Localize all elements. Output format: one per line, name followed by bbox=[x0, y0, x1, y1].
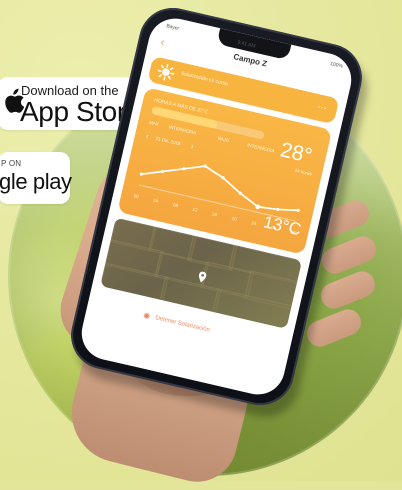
x-tick-label: 08 bbox=[172, 202, 178, 208]
app-store-badge[interactable]: Download on the App Store bbox=[0, 77, 141, 130]
x-tick-label: 24 bbox=[251, 220, 257, 226]
temperature-point bbox=[182, 167, 186, 171]
battery-label: 100% bbox=[329, 60, 344, 70]
temperature-point bbox=[296, 208, 300, 212]
date-label: 01 Dic, 2018 bbox=[155, 135, 182, 147]
temperature-point bbox=[276, 207, 280, 212]
temperature-point bbox=[161, 169, 165, 174]
intensity-label: INTERMEDIA bbox=[168, 124, 197, 136]
stop-solarization-label: Detener Solarización bbox=[154, 315, 211, 334]
intensity-label: MAX bbox=[148, 119, 160, 127]
x-tick-label: 12 bbox=[192, 207, 198, 213]
google-play-small-text: P ON bbox=[1, 159, 22, 168]
solarization-label: Solarización en curso bbox=[180, 70, 229, 88]
x-tick-label: 04 bbox=[153, 198, 159, 204]
google-play-badge[interactable]: P ON gle play bbox=[0, 152, 72, 204]
current-temp-top: 28° bbox=[278, 138, 315, 168]
chevron-left-icon[interactable]: ‹ bbox=[145, 131, 150, 140]
temperature-line bbox=[140, 165, 300, 212]
google-play-large-text: gle play bbox=[0, 169, 72, 194]
carrier-label: Bayer bbox=[165, 23, 180, 32]
intensity-label: INTERMEDIA bbox=[246, 142, 275, 154]
sun-icon bbox=[157, 63, 175, 81]
chevron-right-icon[interactable]: › bbox=[190, 142, 195, 151]
x-tick-label: 16 bbox=[212, 211, 218, 217]
intensity-label: BAJO bbox=[217, 135, 230, 144]
temperature-point bbox=[139, 172, 143, 176]
x-tick-label: 00 bbox=[133, 193, 139, 199]
period-select[interactable]: 24 horas bbox=[294, 168, 312, 177]
x-tick-label: 20 bbox=[231, 216, 237, 222]
sun-off-icon: ✹ bbox=[141, 310, 152, 322]
more-icon[interactable]: … bbox=[316, 99, 328, 112]
